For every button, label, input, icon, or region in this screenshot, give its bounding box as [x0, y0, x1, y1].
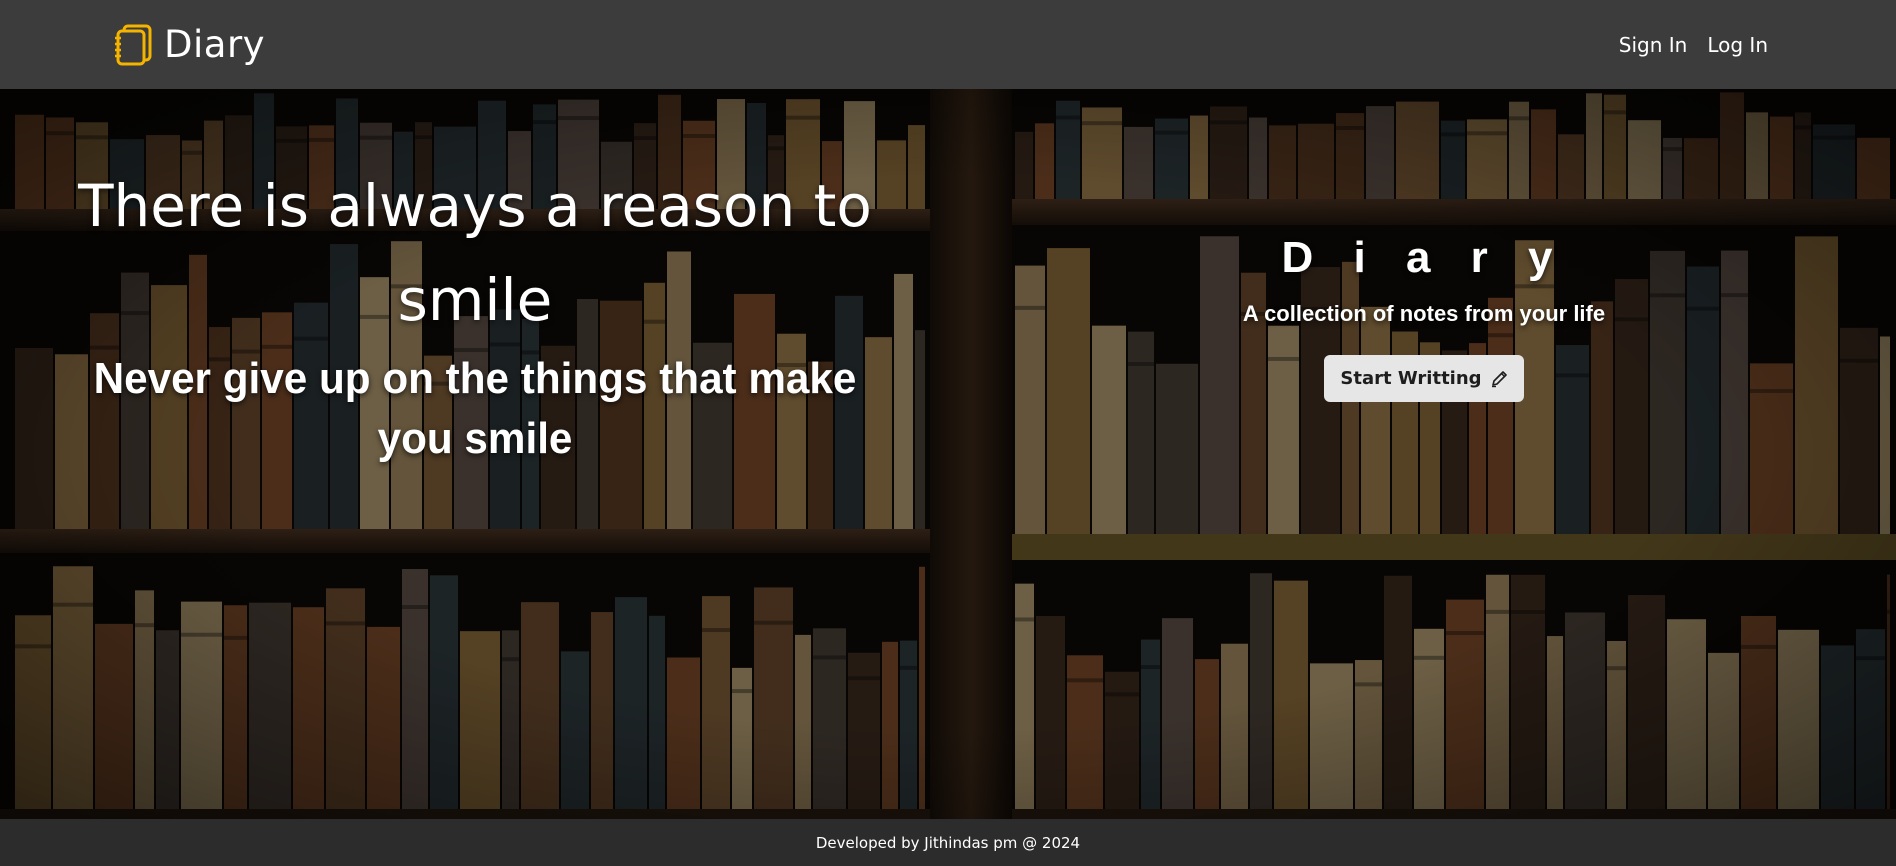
- sign-in-link[interactable]: Sign In: [1619, 33, 1688, 57]
- brand-name: Diary: [164, 23, 266, 66]
- quote-block: There is always a reason to smile Never …: [40, 159, 910, 469]
- hero-tagline: A collection of notes from your life: [1242, 301, 1606, 326]
- brand-link[interactable]: Diary: [114, 23, 265, 66]
- log-in-link[interactable]: Log In: [1707, 33, 1768, 57]
- navbar: Diary Sign In Log In: [0, 0, 1896, 89]
- start-writing-label: Start Writting: [1340, 368, 1482, 389]
- hero-section: There is always a reason to smile Never …: [0, 89, 1896, 819]
- intro-block: D i a r y A collection of notes from you…: [1120, 233, 1728, 402]
- quote-heading: There is always a reason to smile: [78, 172, 872, 334]
- pen-icon: [1491, 370, 1507, 387]
- footer: Developed by Jithindas pm @ 2024: [0, 819, 1896, 866]
- hero-title: D i a r y: [1281, 233, 1567, 282]
- nav-links: Sign In Log In: [1619, 33, 1768, 57]
- quote-subheading: Never give up on the things that make yo…: [93, 354, 857, 463]
- footer-credit: Developed by Jithindas pm @ 2024: [815, 833, 1081, 852]
- start-writing-button[interactable]: Start Writting: [1324, 355, 1524, 402]
- notebook-icon: [115, 24, 152, 65]
